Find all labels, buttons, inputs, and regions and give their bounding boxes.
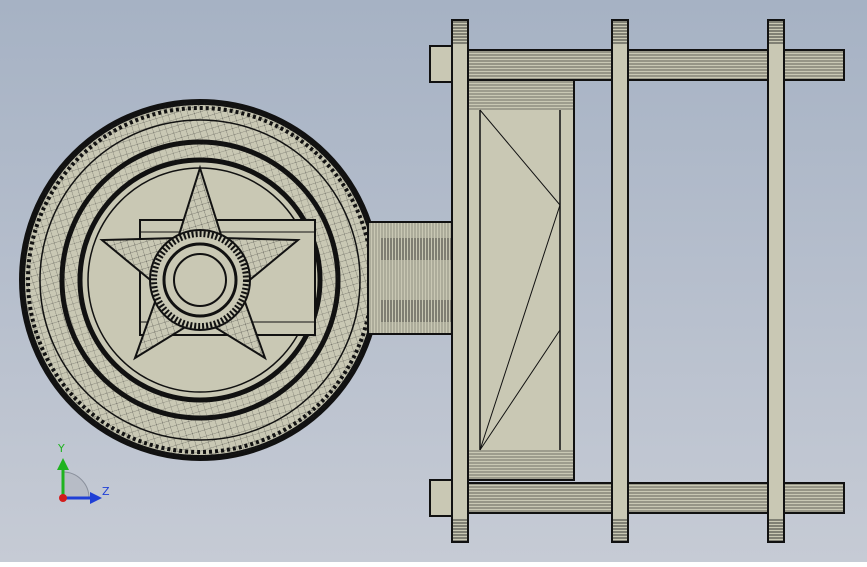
x-axis-icon	[59, 494, 67, 502]
cad-viewport[interactable]: Y Z	[0, 0, 867, 562]
battery-block	[465, 79, 575, 481]
top-nut	[429, 45, 453, 83]
axle-bore	[173, 253, 227, 307]
triad-z-label: Z	[102, 485, 110, 498]
triad-y-label: Y	[58, 442, 65, 455]
model-drawing[interactable]	[0, 0, 867, 562]
plate-right	[767, 19, 785, 543]
wheel-assembly[interactable]	[19, 99, 381, 461]
bottom-nut	[429, 479, 453, 517]
plate-middle	[611, 19, 629, 543]
plate-left	[451, 19, 469, 543]
